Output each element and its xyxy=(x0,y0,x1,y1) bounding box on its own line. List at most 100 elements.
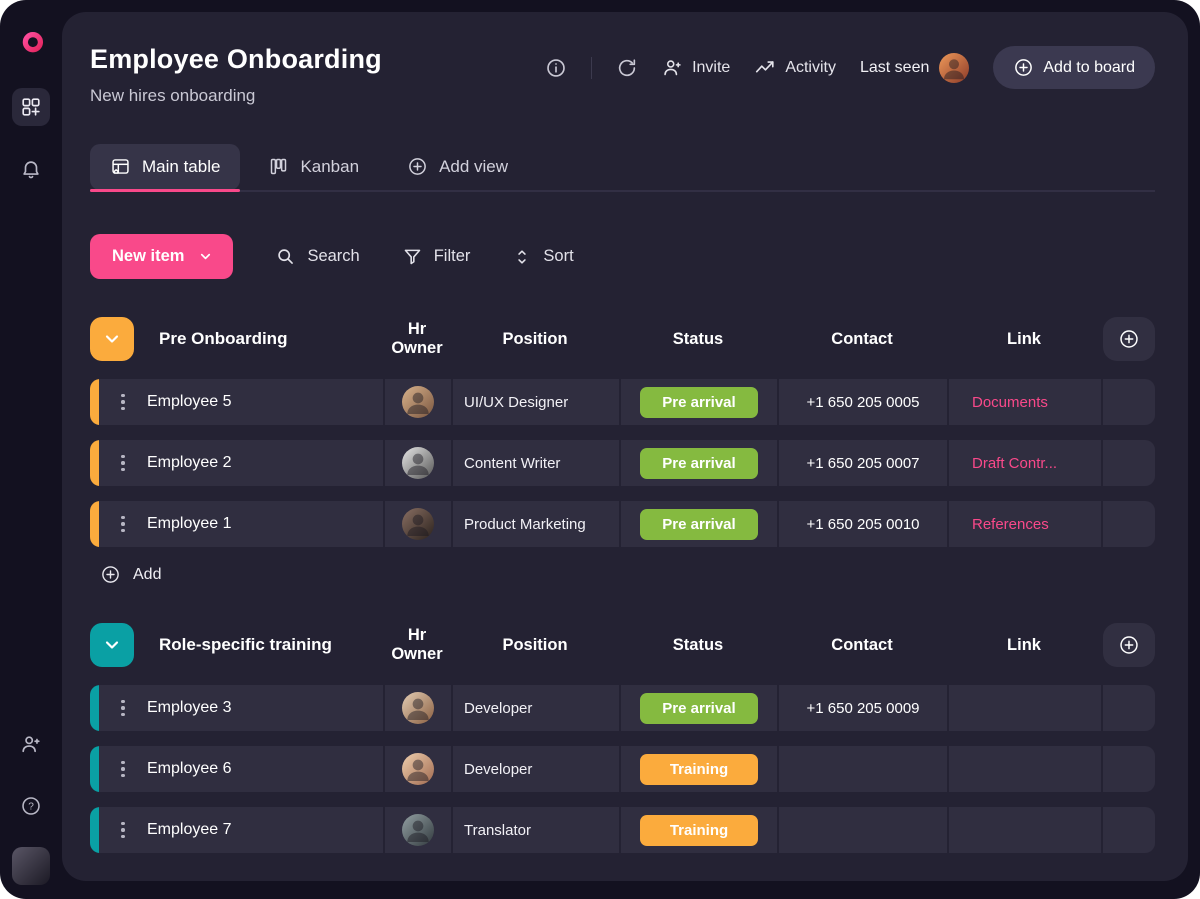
sort-button[interactable]: Sort xyxy=(512,247,573,267)
status-cell[interactable]: Training xyxy=(619,807,777,853)
sync-icon[interactable] xyxy=(616,57,638,79)
sidebar-item-boards[interactable] xyxy=(12,88,50,126)
group-collapse-button[interactable] xyxy=(90,317,134,361)
sidebar-item-notifications[interactable] xyxy=(12,150,50,188)
row-extra-cell[interactable] xyxy=(1101,440,1155,486)
add-column-button[interactable] xyxy=(1103,623,1155,667)
position-cell[interactable]: Content Writer xyxy=(451,440,619,486)
column-header-status[interactable]: Status xyxy=(619,330,777,349)
hr-owner-cell[interactable] xyxy=(383,807,451,853)
row-extra-cell[interactable] xyxy=(1101,807,1155,853)
contact-cell[interactable]: +1 650 205 0007 xyxy=(777,440,947,486)
name-cell[interactable]: Employee 1 xyxy=(99,501,383,547)
status-badge[interactable]: Pre arrival xyxy=(640,509,758,540)
status-badge[interactable]: Pre arrival xyxy=(640,387,758,418)
person-plus-icon xyxy=(20,733,42,755)
link-text[interactable]: Draft Contr... xyxy=(972,455,1057,472)
contact-cell[interactable]: +1 650 205 0005 xyxy=(777,379,947,425)
column-header-position[interactable]: Position xyxy=(451,330,619,349)
row-extra-cell[interactable] xyxy=(1101,685,1155,731)
contact-cell[interactable]: +1 650 205 0009 xyxy=(777,685,947,731)
row-menu-icon[interactable] xyxy=(99,393,147,412)
app-logo-icon[interactable] xyxy=(12,26,50,64)
name-cell[interactable]: Employee 3 xyxy=(99,685,383,731)
user-avatar[interactable] xyxy=(12,847,50,885)
group-title[interactable]: Role-specific training xyxy=(159,635,383,655)
link-cell[interactable]: Draft Contr... xyxy=(947,440,1101,486)
add-item-button[interactable]: Add xyxy=(94,563,167,586)
tab-label: Kanban xyxy=(300,157,359,177)
tab-main-table[interactable]: Main table xyxy=(90,144,240,190)
invite-button[interactable]: Invite xyxy=(662,57,730,78)
column-header-hr-owner[interactable]: Hr Owner xyxy=(383,320,451,358)
row-menu-icon[interactable] xyxy=(99,760,147,779)
column-header-contact[interactable]: Contact xyxy=(777,636,947,655)
link-cell[interactable] xyxy=(947,807,1101,853)
row-menu-icon[interactable] xyxy=(99,699,147,718)
status-cell[interactable]: Training xyxy=(619,746,777,792)
add-to-board-label: Add to board xyxy=(1043,59,1135,77)
row-extra-cell[interactable] xyxy=(1101,501,1155,547)
row-extra-cell[interactable] xyxy=(1101,746,1155,792)
name-cell[interactable]: Employee 2 xyxy=(99,440,383,486)
position-cell[interactable]: Developer xyxy=(451,685,619,731)
board-header: Employee Onboarding New hires onboarding xyxy=(90,42,1155,106)
column-header-contact[interactable]: Contact xyxy=(777,330,947,349)
status-badge[interactable]: Pre arrival xyxy=(640,693,758,724)
row-menu-icon[interactable] xyxy=(99,821,147,840)
hr-owner-cell[interactable] xyxy=(383,746,451,792)
link-text[interactable]: References xyxy=(972,516,1049,533)
group-collapse-button[interactable] xyxy=(90,623,134,667)
column-header-hr-owner[interactable]: Hr Owner xyxy=(383,626,451,664)
contact-cell[interactable] xyxy=(777,807,947,853)
hr-owner-cell[interactable] xyxy=(383,685,451,731)
info-icon[interactable] xyxy=(545,57,567,79)
filter-button[interactable]: Filter xyxy=(402,246,471,267)
tab-label: Main table xyxy=(142,157,220,177)
column-header-link[interactable]: Link xyxy=(947,636,1101,655)
add-to-board-button[interactable]: Add to board xyxy=(993,46,1155,89)
sidebar-item-help[interactable]: ? xyxy=(12,787,50,825)
name-cell[interactable]: Employee 6 xyxy=(99,746,383,792)
status-badge[interactable]: Training xyxy=(640,754,758,785)
activity-button[interactable]: Activity xyxy=(754,57,836,79)
hr-owner-cell[interactable] xyxy=(383,440,451,486)
row-extra-cell[interactable] xyxy=(1101,379,1155,425)
add-column-button[interactable] xyxy=(1103,317,1155,361)
row-menu-icon[interactable] xyxy=(99,454,147,473)
row-accent xyxy=(90,807,99,853)
group-title[interactable]: Pre Onboarding xyxy=(159,329,383,349)
position-cell[interactable]: UI/UX Designer xyxy=(451,379,619,425)
link-text[interactable]: Documents xyxy=(972,394,1048,411)
column-header-position[interactable]: Position xyxy=(451,636,619,655)
sidebar-item-invite-people[interactable] xyxy=(12,725,50,763)
tab-kanban[interactable]: Kanban xyxy=(248,144,379,190)
search-button[interactable]: Search xyxy=(275,246,359,267)
link-cell[interactable] xyxy=(947,685,1101,731)
name-cell[interactable]: Employee 7 xyxy=(99,807,383,853)
column-header-status[interactable]: Status xyxy=(619,636,777,655)
status-cell[interactable]: Pre arrival xyxy=(619,501,777,547)
name-cell[interactable]: Employee 5 xyxy=(99,379,383,425)
contact-cell[interactable] xyxy=(777,746,947,792)
column-header-link[interactable]: Link xyxy=(947,330,1101,349)
last-seen-avatar[interactable] xyxy=(939,53,969,83)
position-cell[interactable]: Product Marketing xyxy=(451,501,619,547)
tab-add-view[interactable]: Add view xyxy=(387,144,528,190)
link-cell[interactable] xyxy=(947,746,1101,792)
position-cell[interactable]: Developer xyxy=(451,746,619,792)
hr-owner-cell[interactable] xyxy=(383,379,451,425)
link-cell[interactable]: Documents xyxy=(947,379,1101,425)
status-cell[interactable]: Pre arrival xyxy=(619,379,777,425)
row-accent xyxy=(90,501,99,547)
new-item-button[interactable]: New item xyxy=(90,234,233,279)
link-cell[interactable]: References xyxy=(947,501,1101,547)
status-badge[interactable]: Pre arrival xyxy=(640,448,758,479)
position-cell[interactable]: Translator xyxy=(451,807,619,853)
row-menu-icon[interactable] xyxy=(99,515,147,534)
status-cell[interactable]: Pre arrival xyxy=(619,440,777,486)
status-badge[interactable]: Training xyxy=(640,815,758,846)
contact-cell[interactable]: +1 650 205 0010 xyxy=(777,501,947,547)
status-cell[interactable]: Pre arrival xyxy=(619,685,777,731)
hr-owner-cell[interactable] xyxy=(383,501,451,547)
